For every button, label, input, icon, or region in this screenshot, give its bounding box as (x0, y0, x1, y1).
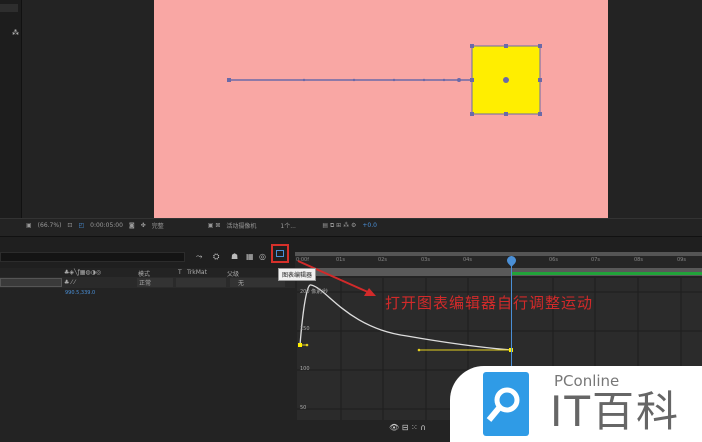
color-icon[interactable]: ✤ (141, 222, 146, 229)
cache-bar (511, 272, 702, 275)
switches-icons: ♣◈╲ƒ▦◍◑◎ (64, 269, 102, 276)
snapshot-icon[interactable]: ▣ (26, 222, 32, 229)
parent-select[interactable]: 无 (230, 278, 285, 287)
graph-editor-icon (276, 250, 284, 257)
layer-row[interactable]: ♣ ⁄ ⁄ 正常 无 (0, 277, 295, 288)
mode-select[interactable]: 正常 (137, 278, 173, 287)
timecode[interactable]: 0:00:05:00 (90, 222, 123, 229)
keyframe (298, 343, 302, 347)
ruler-tick: 0:00f (296, 257, 309, 263)
tooltip: 图表编辑器 (278, 268, 317, 281)
ruler-tick: 06s (549, 257, 558, 263)
resolution-select[interactable]: 完整 (152, 221, 202, 230)
ruler-tick: 01s (336, 257, 345, 263)
time-ruler[interactable]: 0:00f 01s 02s 03s 04s 05s 06s 07s 08s 09… (295, 252, 702, 268)
ruler-tick: 08s (634, 257, 643, 263)
composition-viewer[interactable] (154, 0, 608, 218)
ruler-tick: 02s (378, 257, 387, 263)
graph-editor-button[interactable] (271, 244, 289, 263)
frame-blend-icon[interactable]: ▦ (246, 252, 254, 261)
network-icon[interactable]: ⁂ (12, 29, 19, 37)
time-navigator[interactable] (295, 252, 702, 256)
roi-icon[interactable]: ▣ ⊠ (208, 222, 221, 229)
magnifier-icon (483, 372, 529, 436)
camera-icon[interactable]: ◙ (129, 222, 135, 229)
layer-search-input[interactable] (0, 252, 185, 262)
motion-blur-icon[interactable]: ◎ (259, 252, 266, 261)
viewer-toolbar: ▣ (66.7%) ⊡ ◰ 0:00:05:00 ◙ ✤ 完整 ▣ ⊠ 活动摄像… (0, 218, 702, 232)
comp-flowchart-icon[interactable]: ⤳ (196, 252, 202, 262)
trkmat-select[interactable] (176, 278, 226, 287)
graph-label: 200 像素/秒 (300, 289, 328, 295)
view-options-icons[interactable]: ▤ ⧉ ⊞ ⁂ ⚙ (322, 222, 356, 230)
graph-label: 100 (300, 366, 310, 372)
zoom-select[interactable]: (66.7%) (38, 222, 62, 229)
draft-3d-icon[interactable]: ⛭ (213, 252, 219, 262)
ruler-tick: 07s (591, 257, 600, 263)
motion-path (227, 44, 542, 116)
ruler-tick: 09s (677, 257, 686, 263)
camera-select[interactable]: 活动摄像机 (226, 221, 274, 230)
ruler-tick: 03s (421, 257, 430, 263)
t-header: T (178, 269, 182, 276)
graph-label: 50 (300, 405, 307, 411)
layer-name-field[interactable] (0, 278, 62, 287)
graph-label: 150 (300, 326, 310, 332)
watermark-name: IT百科 (550, 387, 681, 436)
panel-tab[interactable] (0, 4, 18, 12)
views-select[interactable]: 1个... (280, 221, 316, 230)
watermark-logo: PConline IT百科 (450, 366, 702, 442)
ruler-tick: 04s (463, 257, 472, 263)
region-icon[interactable]: ◰ (78, 222, 84, 229)
shy-icon[interactable]: ☗ (231, 252, 238, 261)
annotation-text: 打开图表编辑器自行调整运动 (385, 294, 594, 312)
trkmat-header: TrkMat (187, 269, 207, 276)
grid-icon[interactable]: ⊡ (67, 222, 72, 229)
graph-tool-icons[interactable]: 👁 ⊟ ⁙ ∩ (389, 423, 426, 432)
layer-column-headers: ♣◈╲ƒ▦◍◑◎ 模式 T TrkMat 父级 (0, 268, 295, 278)
project-panel: ⁂ (0, 0, 22, 218)
exposure-value[interactable]: +0.0 (362, 222, 377, 229)
position-value[interactable]: 990.5,339.0 (65, 290, 95, 296)
layer-switches[interactable]: ♣ ⁄ ⁄ (64, 279, 75, 286)
